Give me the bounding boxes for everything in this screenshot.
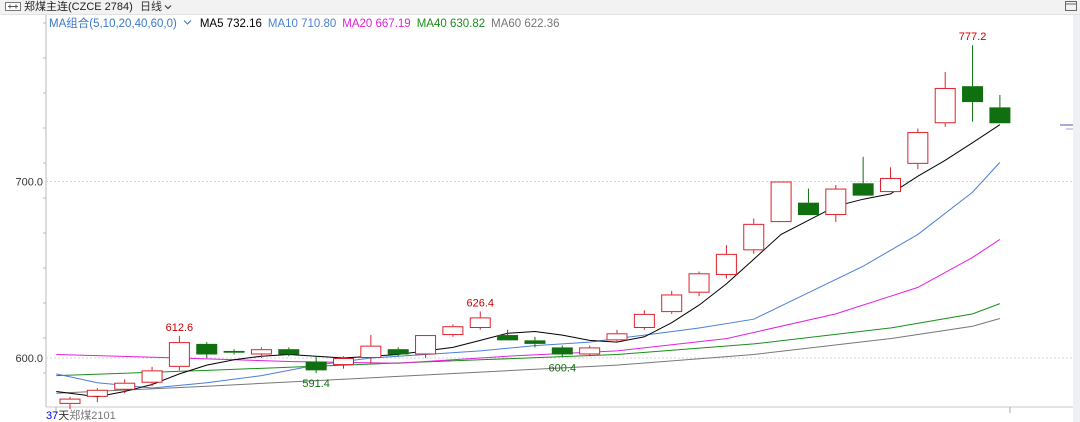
candle-body-down bbox=[989, 107, 1011, 124]
candle-body-down bbox=[223, 350, 245, 353]
candle-body-up bbox=[141, 370, 163, 383]
candle-body-up bbox=[934, 87, 956, 124]
right-scrollbar[interactable] bbox=[1073, 15, 1080, 422]
extreme-price-label: 591.4 bbox=[302, 378, 330, 390]
extreme-price-label: 777.2 bbox=[959, 31, 987, 43]
candle-body-up bbox=[907, 132, 929, 164]
candle-body-down bbox=[797, 202, 819, 216]
candle-body-up bbox=[59, 398, 81, 404]
candle-body-up bbox=[743, 223, 765, 251]
candle-body-up bbox=[442, 326, 464, 336]
candle-body-up bbox=[333, 358, 354, 366]
candle-body-up bbox=[715, 253, 737, 276]
ma-line-ma60 bbox=[56, 318, 1001, 394]
candlestick-chart[interactable]: 600.0 700.0 612.6 591.4 626.4 600.4 777.2 bbox=[0, 0, 1080, 422]
candle-body-up bbox=[86, 389, 108, 397]
candle-body-down bbox=[551, 347, 573, 355]
candle-body-up bbox=[770, 181, 792, 223]
candle-body-down bbox=[524, 340, 546, 344]
candle-body-up bbox=[880, 177, 901, 193]
extreme-price-label: 612.6 bbox=[166, 322, 194, 334]
y-tick-label: 700.0 bbox=[15, 177, 43, 189]
day-unit: 天 bbox=[58, 410, 70, 422]
candle-body-down bbox=[497, 335, 519, 341]
candle-body-up bbox=[360, 345, 382, 358]
candle-body-up bbox=[168, 342, 190, 367]
contract-symbol: 郑煤2101 bbox=[69, 410, 116, 422]
candle-body-up bbox=[633, 313, 655, 328]
footer-label: 37天郑煤2101 bbox=[46, 407, 116, 422]
candle-body-up bbox=[606, 333, 628, 341]
candle-body-up bbox=[688, 273, 710, 293]
candle-body-up bbox=[250, 349, 272, 355]
candle-body-down bbox=[387, 349, 409, 355]
candle-body-down bbox=[852, 183, 874, 196]
extreme-price-label: 626.4 bbox=[466, 297, 494, 309]
extreme-price-label: 600.4 bbox=[549, 362, 577, 374]
candle-body-down bbox=[962, 86, 984, 103]
candle-body-down bbox=[278, 349, 300, 355]
candle-body-down bbox=[196, 343, 218, 355]
candle-body-up bbox=[415, 335, 437, 355]
ma-line-ma40 bbox=[56, 303, 1001, 377]
y-tick-label: 600.0 bbox=[15, 353, 43, 365]
candle-body-up bbox=[579, 347, 601, 355]
candle-body-up bbox=[469, 317, 491, 328]
candle-body-up bbox=[114, 382, 136, 390]
ma-line-ma5 bbox=[56, 124, 1001, 398]
chart-window: 郑煤主连(CZCE 2784) 日线 MA组合(5,10,20,40,60,0)… bbox=[0, 0, 1080, 422]
day-count: 37 bbox=[46, 410, 59, 422]
candle-body-down bbox=[305, 361, 327, 371]
candle-body-up bbox=[661, 294, 683, 313]
candle-body-up bbox=[825, 188, 847, 216]
